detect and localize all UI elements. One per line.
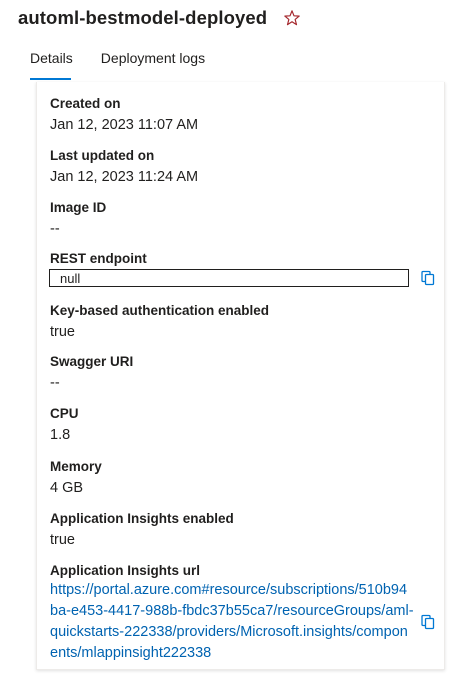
app-insights-enabled-field: Application Insights enabled true (50, 510, 234, 550)
rest-endpoint-label: REST endpoint (50, 251, 147, 266)
memory-value: 4 GB (50, 480, 84, 496)
memory-field: Memory 4 GB (50, 458, 102, 498)
last-updated-label: Last updated on (50, 148, 155, 163)
swagger-uri-label: Swagger URI (50, 354, 134, 369)
key-auth-label: Key-based authentication enabled (50, 303, 270, 318)
copy-endpoint-icon[interactable] (420, 270, 436, 286)
memory-label: Memory (50, 459, 102, 474)
app-insights-url-field: Application Insights url https://portal.… (50, 562, 414, 664)
cpu-value: 1.8 (50, 427, 71, 443)
cpu-label: CPU (50, 406, 79, 421)
image-id-label: Image ID (50, 200, 107, 215)
last-updated-field: Last updated on Jan 12, 2023 11:24 AM (50, 147, 198, 187)
tab-deployment-logs[interactable]: Deployment logs (89, 44, 217, 80)
app-insights-url-link[interactable]: https://portal.azure.com#resource/subscr… (50, 580, 414, 664)
details-panel: Created on Jan 12, 2023 11:07 AM Last up… (36, 82, 445, 670)
page-title: automl-bestmodel-deployed (18, 7, 268, 28)
tab-bar: Details Deployment logs (18, 44, 217, 80)
rest-endpoint-value[interactable]: null (49, 269, 409, 287)
tab-details[interactable]: Details (18, 44, 85, 80)
image-id-field: Image ID -- (50, 199, 106, 239)
rest-endpoint-field: REST endpoint (50, 250, 147, 268)
created-on-label: Created on (50, 96, 121, 111)
app-insights-url-label: Application Insights url (50, 563, 201, 578)
app-insights-enabled-label: Application Insights enabled (50, 511, 234, 526)
created-on-value: Jan 12, 2023 11:07 AM (50, 117, 199, 133)
star-outline-icon[interactable] (283, 9, 301, 27)
key-auth-value: true (50, 324, 75, 340)
image-id-value: -- (50, 221, 60, 237)
cpu-field: CPU 1.8 (50, 405, 79, 445)
app-insights-enabled-value: true (50, 532, 75, 548)
key-auth-field: Key-based authentication enabled true (50, 302, 269, 342)
swagger-uri-field: Swagger URI -- (50, 353, 133, 393)
created-on-field: Created on Jan 12, 2023 11:07 AM (50, 95, 198, 135)
title-row: automl-bestmodel-deployed (18, 4, 301, 32)
copy-url-icon[interactable] (420, 614, 436, 630)
last-updated-value: Jan 12, 2023 11:24 AM (50, 169, 199, 185)
swagger-uri-value: -- (50, 375, 60, 391)
